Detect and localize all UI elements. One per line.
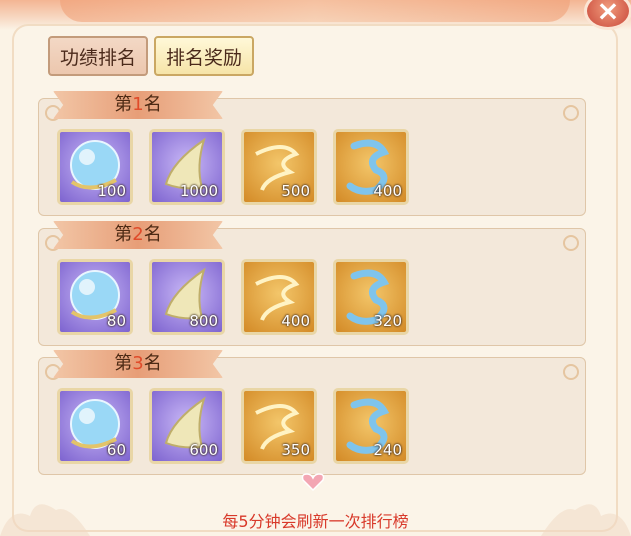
reward-count: 350	[281, 441, 310, 459]
reward-count: 800	[189, 312, 218, 330]
refresh-notice: 每5分钟会刷新一次排行榜	[222, 512, 409, 531]
reward-count: 240	[373, 441, 402, 459]
rank-1-title: 第1名	[114, 94, 162, 115]
reward-slot-wind[interactable]: 400	[241, 259, 317, 335]
reward-slot-dragon[interactable]: 400	[333, 129, 409, 205]
rank-2-banner: 第2名	[53, 221, 223, 249]
reward-count: 100	[97, 182, 126, 200]
tab-ranking-rewards[interactable]: 排名奖励	[154, 36, 254, 76]
reward-slot-dragon[interactable]: 240	[333, 388, 409, 464]
close-icon: ×	[596, 0, 620, 27]
close-button[interactable]: ×	[584, 0, 631, 30]
reward-slot-orb[interactable]: 100	[57, 129, 133, 205]
heart-ornament-icon	[301, 473, 325, 492]
tab-merit-ranking[interactable]: 功绩排名	[48, 36, 148, 76]
reward-slot-orb[interactable]: 80	[57, 259, 133, 335]
rank-2-title: 第2名	[114, 224, 162, 245]
reward-count: 400	[281, 312, 310, 330]
rank-2-section: 第2名 80 800 400 320	[38, 221, 586, 346]
reward-count: 320	[373, 312, 402, 330]
reward-count: 60	[106, 441, 126, 459]
reward-count: 600	[189, 441, 218, 459]
rank-3-title: 第3名	[114, 353, 162, 374]
reward-slot-wind[interactable]: 500	[241, 129, 317, 205]
reward-slot-horn[interactable]: 1000	[149, 129, 225, 205]
rank-1-banner: 第1名	[53, 91, 223, 119]
rank-3-banner: 第3名	[53, 350, 223, 378]
rank-1-section: 第1名 100 1000 500 400	[38, 91, 586, 216]
rank-3-section: 第3名 60 600 350 240	[38, 350, 586, 475]
reward-slot-horn[interactable]: 800	[149, 259, 225, 335]
reward-slot-orb[interactable]: 60	[57, 388, 133, 464]
reward-slot-horn[interactable]: 600	[149, 388, 225, 464]
reward-slot-dragon[interactable]: 320	[333, 259, 409, 335]
reward-count: 400	[373, 182, 402, 200]
reward-slot-wind[interactable]: 350	[241, 388, 317, 464]
reward-count: 80	[106, 312, 126, 330]
reward-count: 1000	[179, 182, 218, 200]
reward-count: 500	[281, 182, 310, 200]
